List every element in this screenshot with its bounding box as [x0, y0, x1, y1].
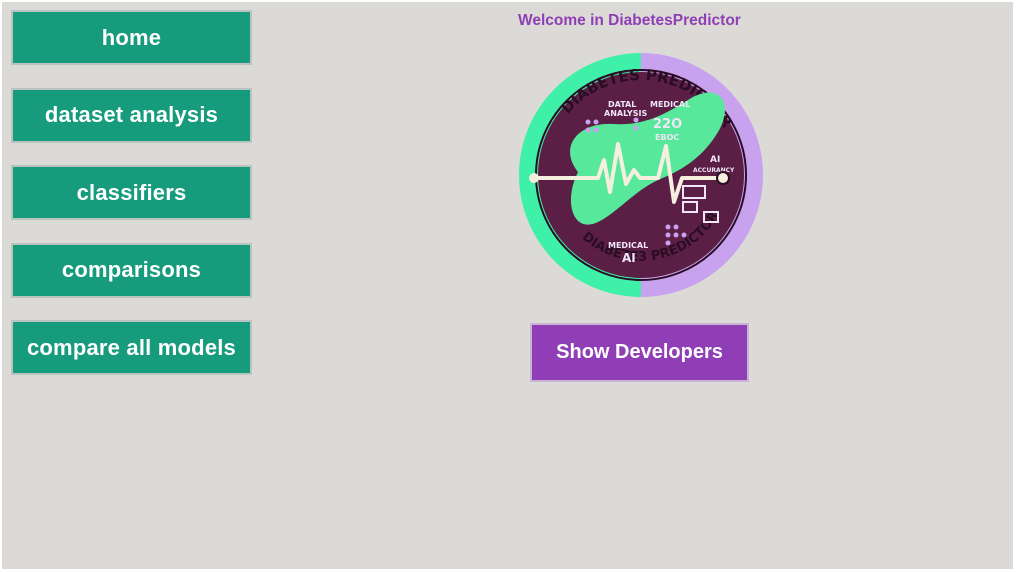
- nav-compare-all-models-button[interactable]: compare all models: [11, 320, 252, 375]
- svg-text:AI: AI: [710, 155, 720, 165]
- nav-dataset-analysis-button[interactable]: dataset analysis: [11, 87, 252, 143]
- svg-text:ACCURANCY: ACCURANCY: [693, 167, 735, 174]
- svg-text:ANALYSIS: ANALYSIS: [604, 109, 647, 118]
- svg-text:AI: AI: [622, 251, 636, 265]
- show-developers-button[interactable]: Show Developers: [530, 323, 749, 382]
- welcome-title: Welcome in DiabetesPredictor: [518, 12, 741, 29]
- sidebar: home dataset analysis classifiers compar…: [11, 10, 252, 398]
- svg-text:DATAL: DATAL: [608, 100, 636, 109]
- svg-text:MEDICAL: MEDICAL: [608, 241, 648, 250]
- nav-classifiers-button[interactable]: classifiers: [11, 165, 252, 220]
- nav-home-button[interactable]: home: [11, 10, 252, 65]
- app-window: home dataset analysis classifiers compar…: [2, 2, 1013, 569]
- svg-text:MEDICAL: MEDICAL: [650, 100, 690, 109]
- svg-text:EBOC: EBOC: [655, 133, 679, 142]
- svg-text:22O: 22O: [653, 117, 682, 132]
- nav-comparisons-button[interactable]: comparisons: [11, 242, 252, 298]
- diabetes-predictor-logo-icon: DIABETES PREDICTOR DIABETE3 PREDICTOR DA…: [519, 53, 763, 297]
